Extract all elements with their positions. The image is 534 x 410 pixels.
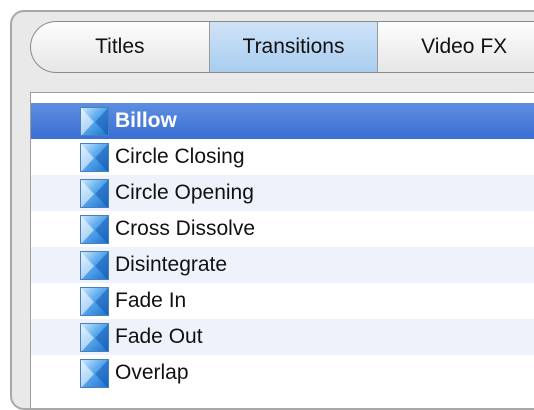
list-item-label: Cross Dissolve bbox=[115, 217, 256, 240]
list-item-label: Circle Opening bbox=[115, 181, 254, 204]
list-item-circle-closing[interactable]: Circle Closing bbox=[31, 139, 534, 175]
transition-icon bbox=[80, 214, 109, 244]
tab-video-fx[interactable]: Video FX bbox=[378, 22, 534, 72]
list-item-label: Circle Closing bbox=[115, 145, 245, 168]
effects-panel: Titles Transitions Video FX Billow Circl… bbox=[10, 10, 534, 410]
list-item-label: Fade Out bbox=[115, 325, 203, 348]
list-item-disintegrate[interactable]: Disintegrate bbox=[31, 247, 534, 283]
transition-icon bbox=[80, 322, 109, 352]
segmented-tab-control: Titles Transitions Video FX bbox=[30, 21, 534, 73]
list-item-fade-in[interactable]: Fade In bbox=[31, 283, 534, 319]
list-item-overlap[interactable]: Overlap bbox=[31, 355, 534, 391]
transition-icon bbox=[80, 178, 109, 208]
list-item-label: Fade In bbox=[115, 289, 187, 312]
transition-icon bbox=[80, 106, 109, 136]
transitions-list: Billow Circle Closing Circle Opening Cro… bbox=[30, 92, 534, 408]
transition-icon bbox=[80, 142, 109, 172]
tab-transitions[interactable]: Transitions bbox=[209, 22, 379, 72]
tab-titles[interactable]: Titles bbox=[31, 22, 210, 72]
transition-icon bbox=[80, 250, 109, 280]
transition-icon bbox=[80, 286, 109, 316]
list-item-billow[interactable]: Billow bbox=[31, 103, 534, 139]
list-item-label: Overlap bbox=[115, 361, 189, 384]
list-item-cross-dissolve[interactable]: Cross Dissolve bbox=[31, 211, 534, 247]
list-item-label: Billow bbox=[115, 109, 177, 132]
list-item-label: Disintegrate bbox=[115, 253, 228, 276]
list-item-circle-opening[interactable]: Circle Opening bbox=[31, 175, 534, 211]
list-item-fade-out[interactable]: Fade Out bbox=[31, 319, 534, 355]
transition-icon bbox=[80, 358, 109, 388]
